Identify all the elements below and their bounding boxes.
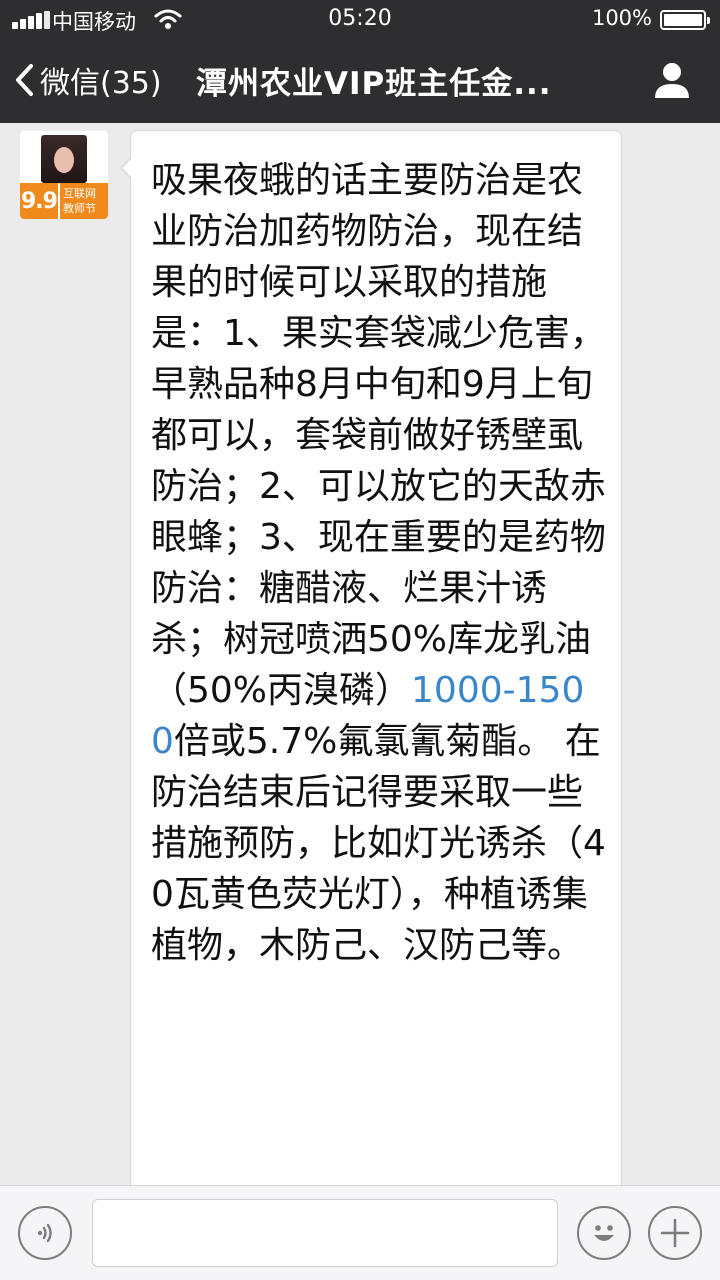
voice-icon bbox=[37, 1223, 52, 1243]
navigation-bar: 微信(35) 潭州农业VIP班主任金... bbox=[0, 40, 720, 123]
badge-line-1: 互联网 bbox=[63, 187, 96, 200]
person-icon bbox=[655, 63, 689, 98]
plus-icon bbox=[660, 1218, 690, 1248]
message-bubble[interactable]: 吸果夜蛾的话主要防治是农业防治加药物防治，现在结果的时候可以采取的措施是：1、果… bbox=[120, 130, 622, 1185]
message-part-1: 吸果夜蛾的话主要防治是农业防治加药物防治，现在结果的时候可以采取的措施是：1、果… bbox=[151, 160, 606, 711]
emoji-button[interactable] bbox=[577, 1206, 631, 1260]
badge-number: 9.9 bbox=[20, 183, 58, 219]
avatar-photo bbox=[41, 135, 87, 183]
back-button[interactable]: 微信(35) bbox=[14, 56, 162, 104]
profile-button[interactable] bbox=[652, 60, 692, 100]
emoji-icon bbox=[594, 1225, 614, 1241]
avatar-badge: 9.9 互联网 教师节 bbox=[20, 183, 108, 219]
battery-percent: 100% bbox=[591, 6, 652, 30]
back-label: 微信(35) bbox=[40, 66, 162, 101]
chevron-left-icon bbox=[16, 64, 33, 96]
chat-title: 潭州农业VIP班主任金... bbox=[196, 66, 552, 102]
status-bar: 中国移动 05:20 100% bbox=[0, 0, 720, 40]
message-input[interactable] bbox=[92, 1199, 558, 1267]
chat-area[interactable]: 9.9 互联网 教师节 吸果夜蛾的话主要防治是农业防治加药物防治，现在结果的时候… bbox=[0, 123, 720, 1185]
message-text: 吸果夜蛾的话主要防治是农业防治加药物防治，现在结果的时候可以采取的措施是：1、果… bbox=[151, 155, 606, 971]
top-bar: 中国移动 05:20 100% 微信(35) 潭州农业VIP班主任金... bbox=[0, 0, 720, 123]
battery-icon bbox=[660, 10, 710, 30]
voice-button[interactable] bbox=[18, 1206, 72, 1260]
message-part-2: 倍或5.7%氟氯氰菊酯。 在防治结束后记得要采取一些措施预防，比如灯光诱杀（40… bbox=[151, 721, 606, 966]
badge-line-2: 教师节 bbox=[63, 202, 96, 215]
avatar[interactable]: 9.9 互联网 教师节 bbox=[20, 131, 108, 219]
more-button[interactable] bbox=[648, 1206, 702, 1260]
input-bar bbox=[0, 1185, 720, 1280]
